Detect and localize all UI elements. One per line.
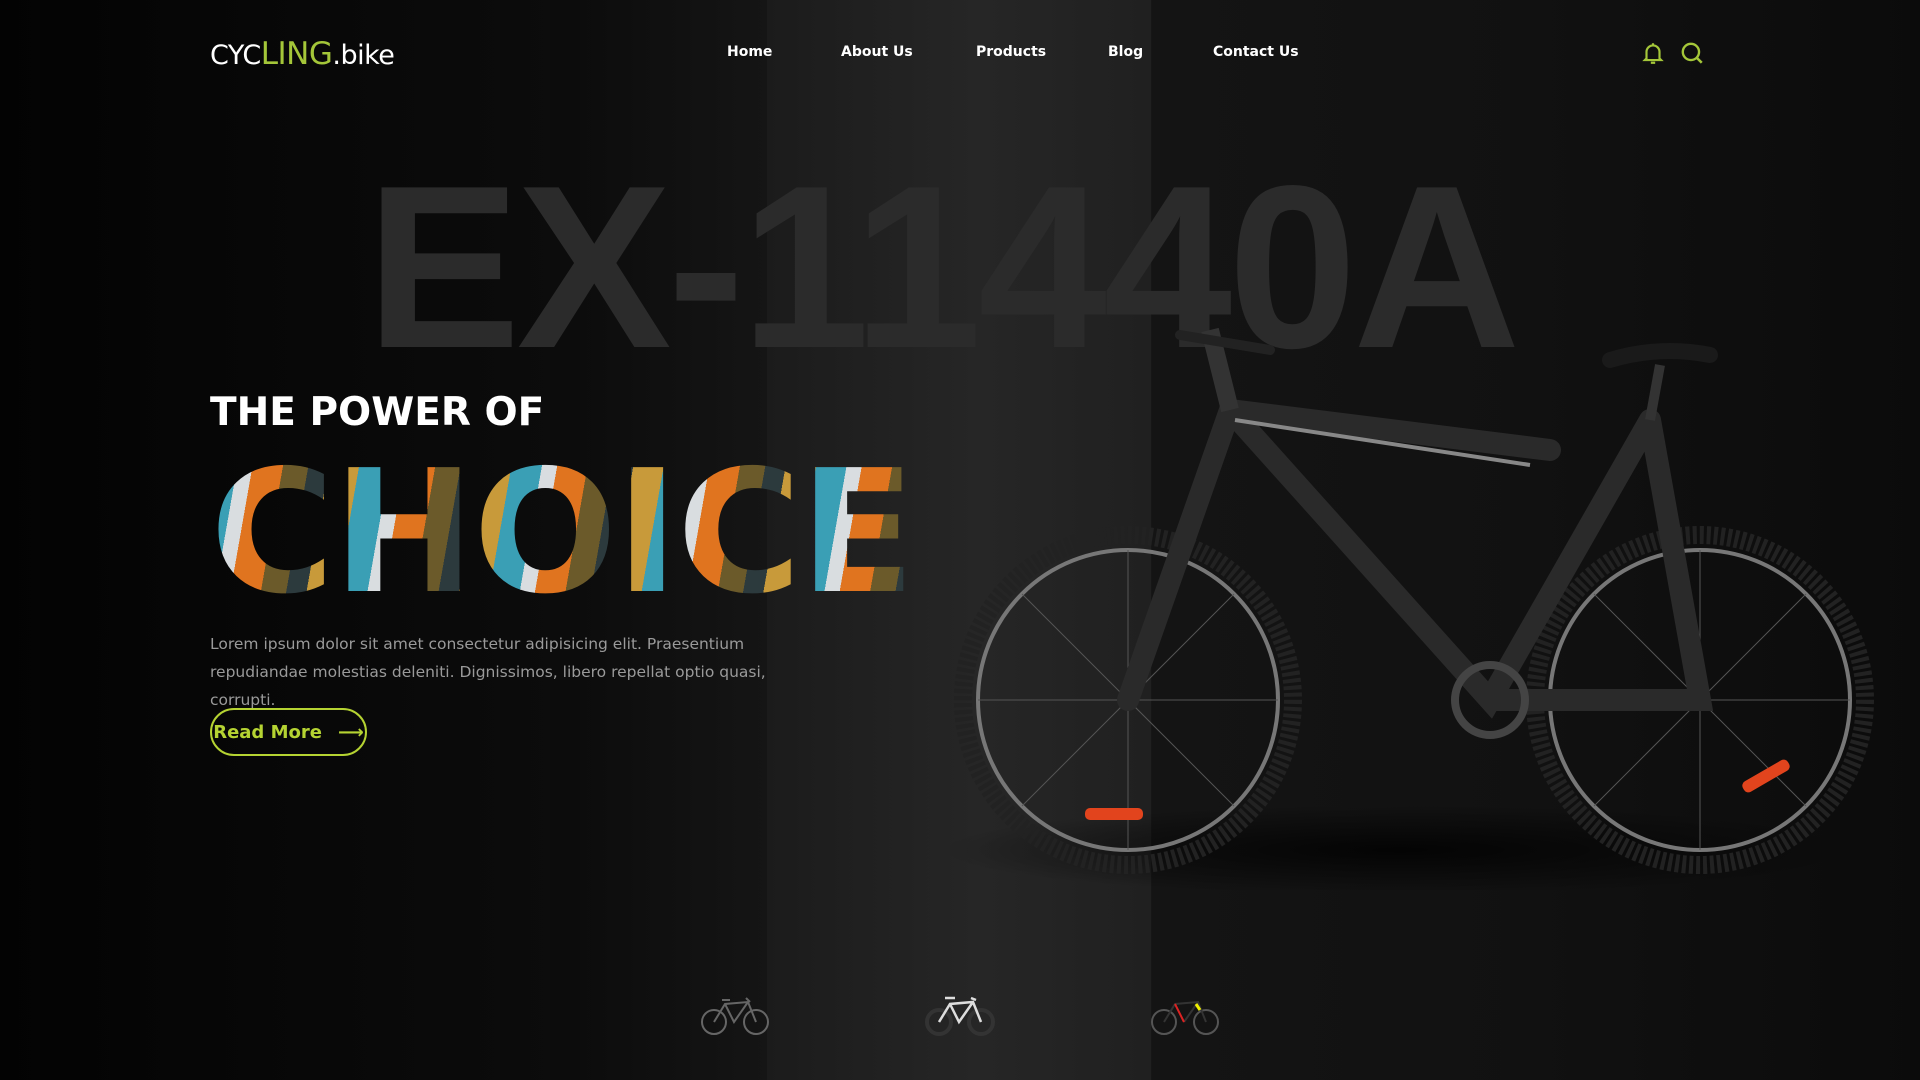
thumbnail-black-red-yellow-road-bike[interactable] xyxy=(1150,992,1220,1037)
nav-products[interactable]: Products xyxy=(976,44,1046,60)
hero-headline: CHOICE xyxy=(210,434,916,632)
logo[interactable]: CYCLING.bike xyxy=(210,36,395,72)
nav-home[interactable]: Home xyxy=(727,44,772,60)
thumbnail-white-road-bike[interactable] xyxy=(925,992,995,1037)
thumbnail-grey-gravel-bike[interactable] xyxy=(700,992,770,1037)
arrow-right-icon: ⟶ xyxy=(337,721,364,743)
hero-kicker: THE POWER OF xyxy=(210,390,545,435)
search-icon[interactable] xyxy=(1679,40,1705,66)
nav-about-us[interactable]: About Us xyxy=(841,44,913,60)
bell-icon[interactable] xyxy=(1640,40,1666,66)
hero-bike-image xyxy=(940,327,1874,890)
nav-blog[interactable]: Blog xyxy=(1108,44,1143,60)
hero-description: Lorem ipsum dolor sit amet consectetur a… xyxy=(210,635,766,709)
read-more-label: Read More xyxy=(213,721,322,743)
nav-contact-us[interactable]: Contact Us xyxy=(1213,44,1299,60)
read-more-button[interactable]: Read More ⟶ xyxy=(210,708,367,756)
